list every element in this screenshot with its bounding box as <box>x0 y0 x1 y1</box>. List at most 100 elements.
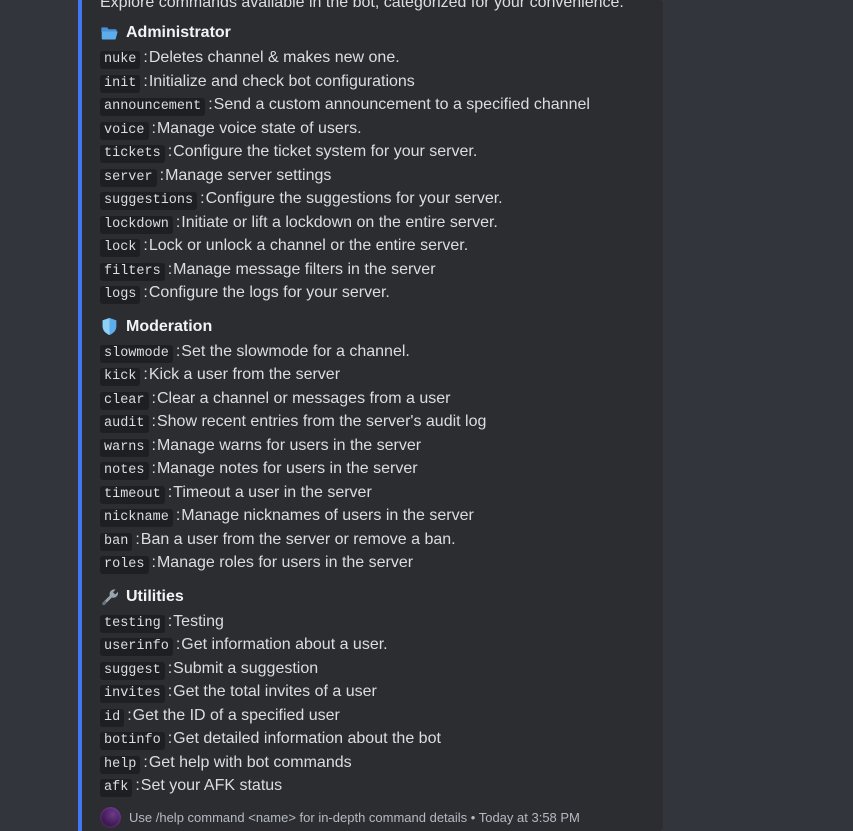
command-description: Initiate or lift a lockdown on the entir… <box>181 213 498 231</box>
command-name-chip[interactable]: tickets <box>100 145 165 163</box>
command-separator: : <box>151 554 156 571</box>
wrench-emoji <box>100 587 119 606</box>
command-row: afk: Set your AFK status <box>100 775 647 799</box>
command-separator: : <box>167 483 173 501</box>
command-description: Send a custom announcement to a specifie… <box>213 96 590 113</box>
bot-avatar-icon <box>100 807 121 828</box>
command-name-chip[interactable]: init <box>100 74 141 93</box>
command-name-chip[interactable]: afk <box>100 779 133 797</box>
command-name-chip[interactable]: help <box>100 755 141 774</box>
command-row: logs: Configure the logs for your server. <box>100 282 647 306</box>
command-name-chip[interactable]: ban <box>100 532 133 551</box>
command-separator: : <box>167 143 173 160</box>
bot-help-embed: Explore commands available in the bot, c… <box>78 0 663 831</box>
command-name-chip[interactable]: nickname <box>100 509 173 527</box>
command-separator: : <box>208 96 213 113</box>
command-name-chip[interactable]: server <box>100 168 157 187</box>
command-separator: : <box>167 659 173 677</box>
section-header: Utilities <box>100 586 647 608</box>
command-description: Clear a channel or messages from a user <box>156 389 451 407</box>
command-separator: : <box>151 413 156 430</box>
command-section: Moderation slowmode: Set the slowmode for … <box>100 316 647 576</box>
command-row: roles: Manage roles for users in the serv… <box>100 552 647 576</box>
command-separator: : <box>135 530 140 548</box>
command-row: audit: Show recent entries from the serve… <box>100 411 647 435</box>
command-separator: : <box>159 166 165 184</box>
command-name-chip[interactable]: clear <box>100 391 149 410</box>
command-name-chip[interactable]: lock <box>100 239 141 257</box>
command-description: Lock or unlock a channel or the entire s… <box>148 237 469 254</box>
command-description: Configure the ticket system for your ser… <box>173 143 478 160</box>
command-name-chip[interactable]: invites <box>100 685 165 703</box>
command-name-chip[interactable]: roles <box>100 556 149 574</box>
command-name-chip[interactable]: logs <box>100 286 141 304</box>
command-name-chip[interactable]: kick <box>100 368 141 386</box>
command-separator: : <box>143 753 148 771</box>
command-name-chip[interactable]: botinfo <box>100 732 165 750</box>
command-name-chip[interactable]: nuke <box>100 51 141 69</box>
command-row: announcement: Send a custom announcement … <box>100 94 647 118</box>
command-description: Manage server settings <box>165 166 332 184</box>
command-separator: : <box>175 507 181 524</box>
command-name-chip[interactable]: voice <box>100 121 149 140</box>
embed-footer: Use /help command <name> for in-depth co… <box>100 807 580 828</box>
command-separator: : <box>127 706 132 724</box>
command-row: timeout: Timeout a user in the server <box>100 482 647 506</box>
command-row: testing: Testing <box>100 611 647 635</box>
section-title: Utilities <box>126 587 184 605</box>
command-section: Utilities testing: Testing userinfo: Get inf… <box>100 586 647 799</box>
command-description: Configure the suggestions for your serve… <box>205 190 503 207</box>
command-separator: : <box>175 342 181 360</box>
command-row: lock: Lock or unlock a channel or the ent… <box>100 235 647 259</box>
command-name-chip[interactable]: timeout <box>100 485 165 504</box>
section-header: Moderation <box>100 316 647 338</box>
command-row: help: Get help with bot commands <box>100 752 647 776</box>
command-name-chip[interactable]: audit <box>100 415 149 433</box>
command-row: userinfo: Get information about a user. <box>100 634 647 658</box>
command-separator: : <box>175 213 181 231</box>
command-separator: : <box>151 460 156 477</box>
command-name-chip[interactable]: lockdown <box>100 215 173 234</box>
command-row: suggest: Submit a suggestion <box>100 658 647 682</box>
command-name-chip[interactable]: id <box>100 708 125 727</box>
command-name-chip[interactable]: userinfo <box>100 638 173 656</box>
command-name-chip[interactable]: testing <box>100 614 165 633</box>
command-description: Set the slowmode for a channel. <box>181 342 410 360</box>
command-description: Get help with bot commands <box>148 753 352 771</box>
command-row: slowmode: Set the slowmode for a channel. <box>100 341 647 365</box>
command-row: kick: Kick a user from the server <box>100 364 647 388</box>
command-description: Manage voice state of users. <box>156 119 362 137</box>
command-description: Get detailed information about the bot <box>173 730 441 747</box>
command-separator: : <box>143 237 148 254</box>
command-description: Manage nicknames of users in the server <box>181 507 474 524</box>
command-description: Manage message filters in the server <box>173 260 436 278</box>
command-separator: : <box>167 260 173 278</box>
command-description: Set your AFK status <box>140 777 283 794</box>
command-name-chip[interactable]: warns <box>100 438 149 457</box>
command-row: clear: Clear a channel or messages from a… <box>100 388 647 412</box>
command-row: invites: Get the total invites of a user <box>100 681 647 705</box>
chat-message-area: Explore commands available in the bot, c… <box>0 0 853 831</box>
command-separator: : <box>151 389 156 407</box>
open-folder-emoji <box>100 24 119 43</box>
shield-emoji <box>100 317 119 336</box>
command-row: suggestions: Configure the suggestions fo… <box>100 188 647 212</box>
command-name-chip[interactable]: suggestions <box>100 192 198 210</box>
command-description: Manage warns for users in the server <box>156 436 422 454</box>
command-row: voice: Manage voice state of users. <box>100 118 647 142</box>
command-name-chip[interactable]: announcement <box>100 98 206 116</box>
command-name-chip[interactable]: notes <box>100 462 149 480</box>
command-row: botinfo: Get detailed information about t… <box>100 728 647 752</box>
command-name-chip[interactable]: slowmode <box>100 344 173 363</box>
command-separator: : <box>167 612 173 630</box>
command-name-chip[interactable]: suggest <box>100 661 165 680</box>
command-row: server: Manage server settings <box>100 165 647 189</box>
command-name-chip[interactable]: filters <box>100 262 165 281</box>
command-description: Testing <box>173 612 224 630</box>
command-row: lockdown: Initiate or lift a lockdown on … <box>100 212 647 236</box>
message-gutter <box>0 0 78 831</box>
command-row: tickets: Configure the ticket system for … <box>100 141 647 165</box>
embed-footer-text: Use /help command <name> for in-depth co… <box>129 809 580 825</box>
command-description: Deletes channel & makes new one. <box>148 49 400 66</box>
command-separator: : <box>151 436 156 454</box>
